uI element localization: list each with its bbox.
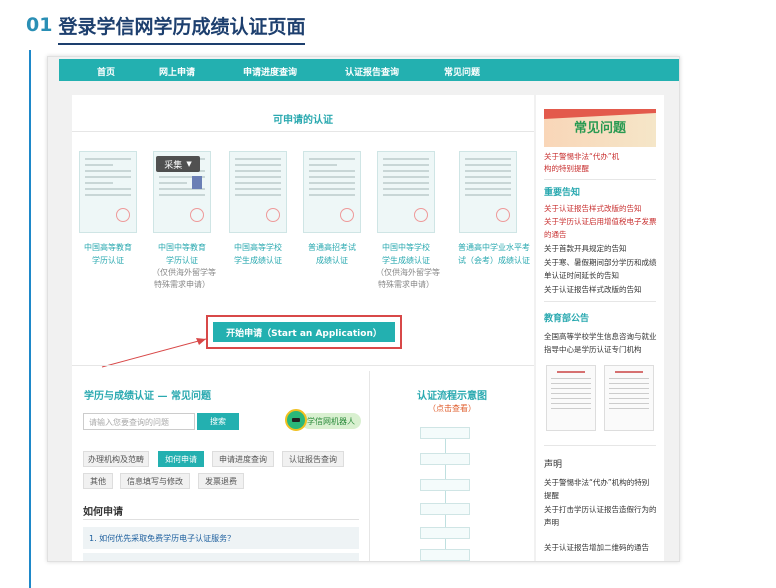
flow-chart-title: 认证流程示意图	[417, 391, 487, 402]
tag-info-edit[interactable]: 信息填写与修改	[120, 473, 190, 489]
flow-step	[420, 527, 470, 539]
nav-home[interactable]: 首页	[97, 65, 115, 78]
side-link[interactable]: 单认证时间延长的告知	[544, 270, 619, 282]
side-link[interactable]: 关于首款开具规定的告知	[544, 243, 627, 255]
flow-step	[420, 503, 470, 515]
notice-document-thumbnail[interactable]	[604, 365, 654, 431]
nav-apply-online[interactable]: 网上申请	[159, 65, 195, 78]
section-title: 登录学信网学历成绩认证页面	[58, 12, 306, 45]
side-text: 全国高等学校学生信息咨询与就业	[544, 332, 657, 341]
ministry-notice-title: 教育部公告	[544, 314, 590, 324]
nav-progress-query[interactable]: 申请进度查询	[243, 65, 297, 78]
side-text: 指导中心是学历认证专门机构	[544, 345, 642, 354]
faq-banner-text: 常见问题	[574, 121, 627, 136]
divider	[83, 519, 359, 520]
side-link[interactable]: 的通告	[544, 229, 567, 241]
main-panel: 可申请的认证 中国高等教育 学历认证 中国中等教育 学历认证 （仅供海外留学等 …	[72, 95, 534, 561]
website-screenshot: 首页 网上申请 申请进度查询 认证报告查询 常见问题 可申请的认证 中国高等教育…	[47, 56, 680, 562]
flow-connector	[445, 431, 446, 561]
pointer-arrow-icon	[101, 338, 207, 368]
robot-icon[interactable]	[285, 409, 307, 431]
tag-invoice-refund[interactable]: 发票退费	[198, 473, 244, 489]
flow-step	[420, 453, 470, 465]
faq-section-title: 学历与成绩认证 — 常见问题	[84, 391, 211, 402]
flow-step	[420, 549, 470, 561]
divider	[72, 365, 534, 366]
side-link[interactable]: 关于认证报告增加二维码的通告	[544, 542, 649, 554]
how-to-apply-title: 如何申请	[83, 507, 123, 518]
side-panel: 常见问题 关于警惕非法“代办”机 构的特别提醒 重要告知 关于认证报告样式改版的…	[536, 95, 664, 561]
tag-how-to-apply[interactable]: 如何申请	[158, 451, 204, 467]
faq-search-input[interactable]: 请输入您要查询的问题	[83, 413, 195, 430]
flow-step	[420, 427, 470, 439]
flow-step	[420, 479, 470, 491]
nav-report-query[interactable]: 认证报告查询	[345, 65, 399, 78]
side-link[interactable]: 关于警惕非法“代办”机构的特别	[544, 477, 649, 489]
notice-document-thumbnail[interactable]	[546, 365, 596, 431]
side-link[interactable]: 关于打击学历认证报告造假行为的	[544, 504, 657, 516]
side-link[interactable]: 提醒	[544, 490, 559, 502]
statement-title: 声明	[544, 460, 563, 470]
search-button[interactable]: 搜索	[197, 413, 239, 430]
faq-question[interactable]	[83, 553, 359, 561]
chatbot-button[interactable]: 学信网机器人	[301, 413, 361, 429]
notice-title: 重要告知	[544, 188, 581, 198]
side-link[interactable]: 关于认证报告样式改版的告知	[544, 284, 642, 296]
side-link[interactable]: 关于认证报告样式改版的告知	[544, 203, 642, 215]
nav-faq[interactable]: 常见问题	[444, 65, 480, 78]
tag-institutions[interactable]: 办理机构及范畴	[83, 451, 149, 467]
side-link[interactable]: 关于学历认证启用增值税电子发票	[544, 216, 657, 228]
tag-report-query[interactable]: 认证报告查询	[282, 451, 344, 467]
left-accent-bar	[29, 50, 31, 588]
section-heading: 01 登录学信网学历成绩认证页面	[26, 8, 306, 45]
side-link[interactable]: 声明	[544, 517, 559, 529]
faq-question[interactable]: 1. 如何优先采取免费学历电子认证服务？	[83, 527, 359, 549]
side-link[interactable]: 关于寒、暑假期间部分学历和成绩	[544, 257, 657, 269]
flow-chart-link[interactable]: （点击查看）	[370, 403, 534, 414]
tag-other[interactable]: 其他	[83, 473, 113, 489]
side-link[interactable]: 构的特别提醒	[544, 163, 589, 175]
faq-banner[interactable]: 常见问题	[544, 109, 656, 147]
tag-progress-query[interactable]: 申请进度查询	[212, 451, 274, 467]
side-link[interactable]: 关于警惕非法“代办”机	[544, 151, 619, 163]
top-nav: 首页 网上申请 申请进度查询 认证报告查询 常见问题	[59, 59, 679, 81]
section-number: 01	[26, 14, 53, 36]
